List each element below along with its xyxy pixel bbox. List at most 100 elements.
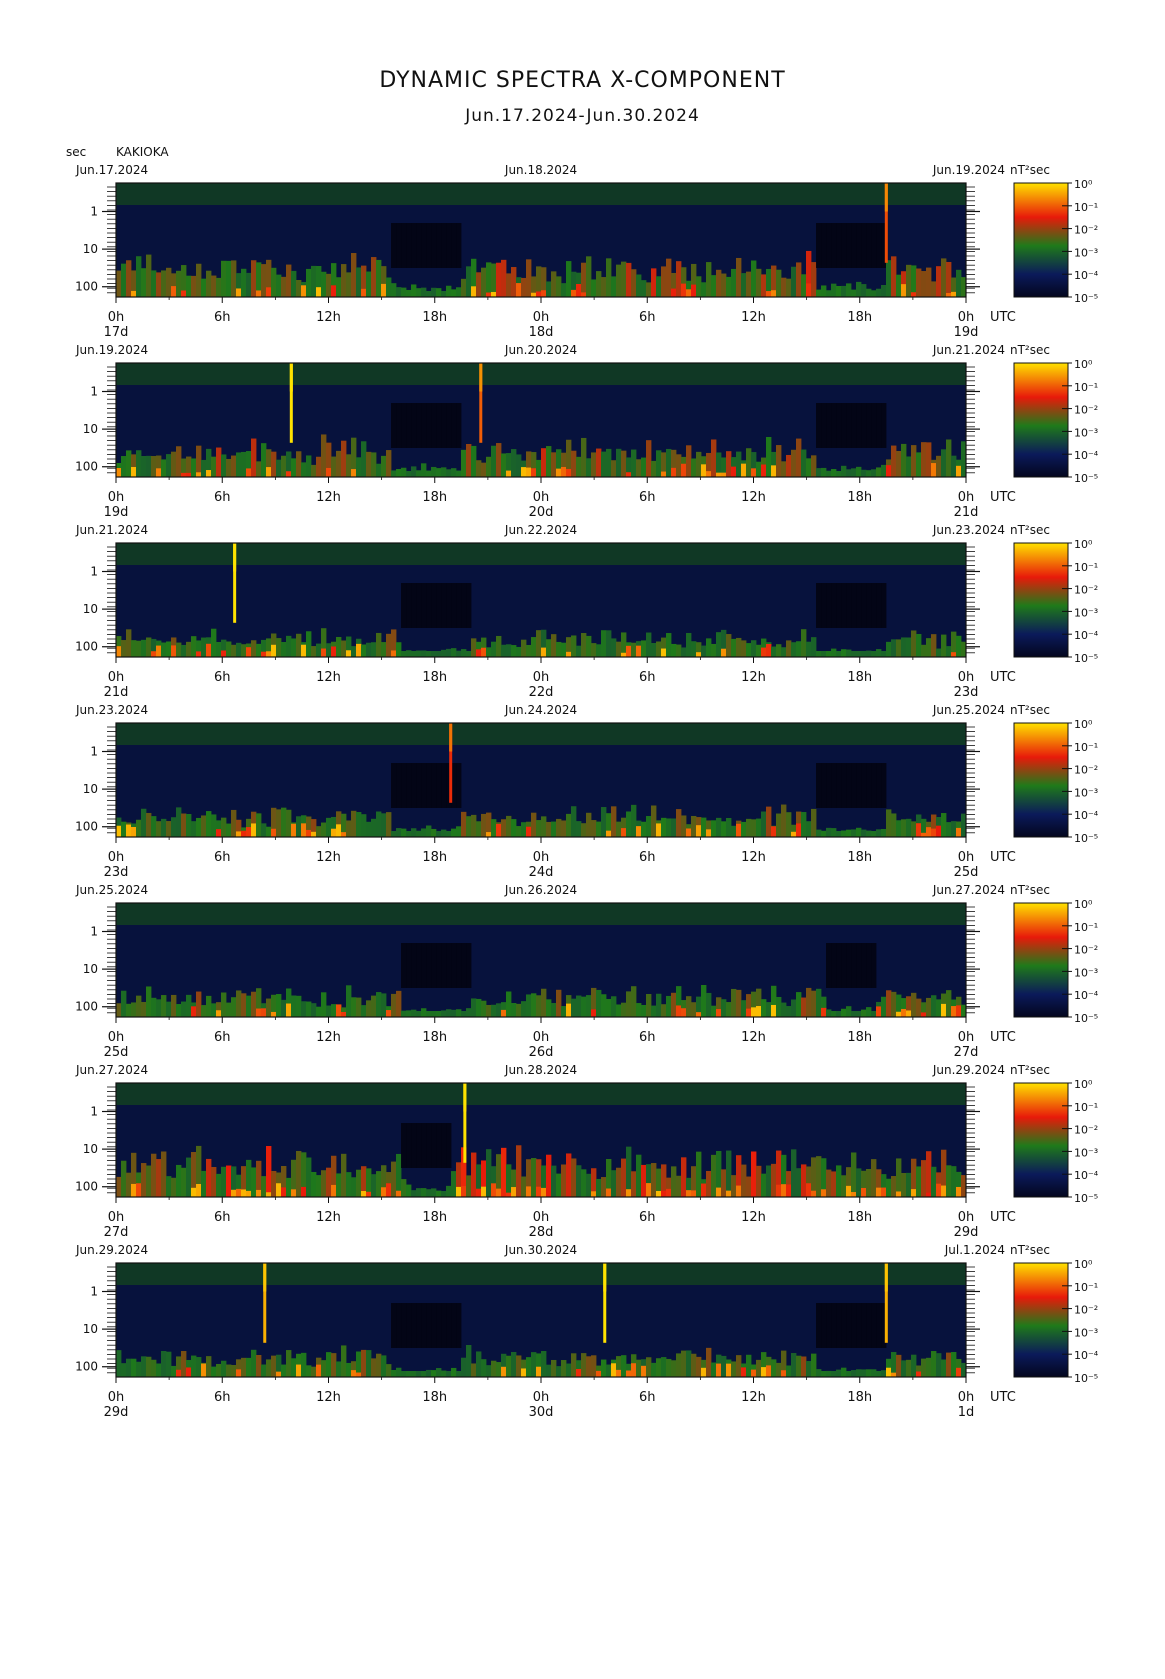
spectra-column — [411, 1190, 417, 1197]
date-label-left: Jun.25.2024 — [75, 883, 148, 897]
spectra-column — [486, 456, 492, 477]
spectra-column — [921, 442, 927, 477]
spectra-column — [691, 1353, 697, 1377]
spectra-column — [466, 1008, 472, 1017]
spectra-column — [541, 448, 547, 477]
spectra-peak — [286, 471, 292, 477]
quiet-zone — [861, 583, 867, 628]
quiet-zone — [456, 763, 462, 808]
quiet-zone — [856, 943, 862, 988]
day-label: 29d — [104, 1405, 129, 1420]
spectra-column — [401, 467, 407, 477]
x-tick-label: 6h — [214, 670, 231, 685]
quiet-zone — [816, 763, 822, 808]
quiet-zone — [821, 1303, 827, 1348]
spectra-column — [851, 289, 857, 297]
spectra-peak — [126, 824, 132, 837]
spectra-column — [191, 458, 197, 477]
spectra-column — [601, 277, 607, 297]
spectra-peak — [591, 1191, 597, 1197]
quiet-zone — [396, 223, 402, 268]
spectra-peak — [636, 826, 642, 837]
spectra-column — [886, 260, 892, 297]
spectra-column — [886, 990, 892, 1017]
spectra-column — [561, 1006, 567, 1017]
spectra-peak — [796, 823, 802, 837]
quiet-zone — [856, 583, 862, 628]
spectra-column — [351, 646, 357, 657]
spectra-column — [651, 1362, 657, 1377]
spectra-column — [311, 1366, 317, 1377]
spectra-peak — [891, 1372, 897, 1377]
spectra-column — [466, 816, 472, 837]
spectra-column — [426, 1369, 432, 1377]
spectra-column — [406, 1371, 412, 1377]
spectra-column — [856, 281, 862, 297]
spectra-column — [286, 1350, 292, 1377]
spectra-column — [326, 1167, 332, 1197]
spectra-column — [936, 648, 942, 657]
spike-mark-top — [449, 723, 453, 752]
spectra-column — [566, 1153, 572, 1197]
x-tick-label: 12h — [316, 1030, 341, 1045]
spectra-column — [726, 451, 732, 477]
spectra-column — [571, 635, 577, 657]
spectra-peak — [511, 1187, 517, 1197]
spectra-column — [906, 637, 912, 657]
spectra-column — [386, 812, 392, 837]
spectra-column — [231, 1365, 237, 1377]
spectra-column — [276, 994, 282, 1017]
quiet-zone — [831, 943, 837, 988]
colorbar-tick-label: 10⁻⁵ — [1074, 1372, 1098, 1385]
day-label: 25d — [954, 865, 979, 880]
spectra-column — [561, 1360, 567, 1377]
spectra-column — [646, 816, 652, 837]
spectra-column — [706, 1347, 712, 1377]
spectra-column — [841, 1008, 847, 1017]
spectra-column — [911, 992, 917, 1017]
spectra-column — [371, 257, 377, 297]
spectra-column — [126, 260, 132, 297]
colorbar-tick-label: 10⁻³ — [1074, 1146, 1098, 1159]
spectra-peak — [496, 1188, 502, 1197]
x-tick-label: 18h — [422, 310, 447, 325]
spectra-column — [776, 269, 782, 297]
quiet-zone — [411, 223, 417, 268]
quiet-zone — [441, 763, 447, 808]
spectra-column — [536, 820, 542, 837]
spectra-column — [411, 828, 417, 837]
quiet-zone — [826, 763, 832, 808]
spectra-column — [546, 1364, 552, 1377]
quiet-zone — [466, 583, 472, 628]
quiet-zone — [456, 583, 462, 628]
spectra-column — [686, 445, 692, 477]
quiet-zone — [446, 403, 452, 448]
spectra-peak — [646, 1183, 652, 1197]
spectra-column — [191, 275, 197, 297]
spectra-column — [146, 637, 152, 657]
spectra-peak — [361, 288, 367, 297]
spectra-column — [391, 831, 397, 837]
spectra-column — [226, 1165, 232, 1197]
quiet-zone — [861, 403, 867, 448]
spectra-peak — [811, 1190, 817, 1197]
spectra-peak — [956, 1367, 962, 1377]
spectra-column — [756, 268, 762, 297]
spectra-column — [411, 1371, 417, 1377]
spectra-column — [951, 821, 957, 837]
spectra-column — [816, 1369, 822, 1377]
spectra-column — [121, 1160, 127, 1197]
spectra-peak — [246, 647, 252, 657]
spectra-column — [621, 261, 627, 297]
spectra-column — [696, 276, 702, 297]
spectra-column — [416, 1370, 422, 1377]
quiet-zone — [451, 1303, 457, 1348]
x-tick-label: 0h — [958, 310, 975, 325]
colorbar — [1013, 1082, 1069, 1198]
spectra-column — [581, 1169, 587, 1197]
spectra-peak — [186, 1367, 192, 1377]
spectra-column — [891, 991, 897, 1017]
quiet-zone — [401, 1303, 407, 1348]
x-tick-label: 6h — [639, 1030, 656, 1045]
spectra-column — [631, 642, 637, 657]
